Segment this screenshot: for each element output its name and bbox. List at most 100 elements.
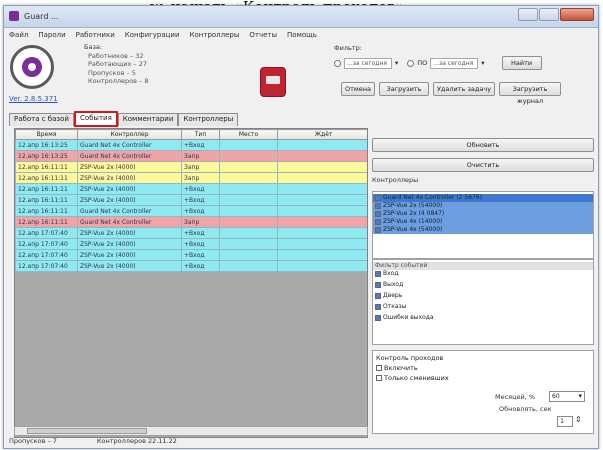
checkbox[interactable]: [375, 210, 381, 217]
checkbox[interactable]: [376, 375, 382, 381]
table-row[interactable]: 12.апр 16:11:11 ZSP-Vue 2x (4000) +Вход: [15, 194, 367, 206]
horizontal-scrollbar[interactable]: [14, 426, 368, 436]
events-grid[interactable]: Время Контроллер Тип Место Ждёт 12.апр 1…: [14, 128, 368, 438]
filter-to-input[interactable]: ...за сегодня: [430, 57, 479, 69]
list-item[interactable]: Вход: [373, 270, 593, 281]
checkbox[interactable]: [375, 194, 381, 201]
tab-events[interactable]: События: [73, 111, 118, 127]
list-item[interactable]: Ошибки выхода: [373, 314, 593, 325]
list-item[interactable]: ZSP-Vue 4x (54000): [373, 226, 593, 234]
cancel-button[interactable]: Отмена: [341, 82, 375, 96]
menu-bar: Файл Пароли Работники Конфигурации Контр…: [4, 28, 598, 41]
checkbox[interactable]: [375, 226, 381, 233]
enable-option[interactable]: Включить: [376, 363, 590, 373]
tab-database[interactable]: Работа с базой: [9, 113, 74, 126]
table-row[interactable]: 12.апр 16:11:11 Guard Net 4x Controller За…: [15, 216, 367, 228]
scroll-thumb[interactable]: [27, 428, 147, 434]
event-name: Выход: [383, 281, 404, 288]
column-header-controller[interactable]: Контроллер: [77, 129, 182, 140]
menu-item-controllers[interactable]: Контроллеры: [190, 31, 240, 39]
checkbox[interactable]: [375, 314, 381, 321]
list-item[interactable]: Отказы: [373, 303, 593, 314]
list-item[interactable]: Дверь: [373, 292, 593, 303]
checkbox[interactable]: [375, 202, 381, 209]
table-cell: [277, 216, 367, 228]
find-button[interactable]: Найти: [501, 56, 542, 70]
filter-radio[interactable]: [334, 59, 341, 67]
list-item[interactable]: ZSP-Vue 4x (14000): [373, 218, 593, 226]
table-row[interactable]: 12.апр 16:11:11 ZSP-Vue 2x (4000) Запр: [15, 161, 367, 173]
checkbox[interactable]: [375, 218, 381, 225]
maximize-button[interactable]: [539, 8, 559, 21]
list-item[interactable]: Выход: [373, 281, 593, 292]
column-header-wait[interactable]: Ждёт: [277, 129, 367, 140]
table-cell: [277, 227, 367, 239]
column-header-type[interactable]: Тип: [181, 129, 220, 140]
table-cell: [277, 205, 367, 217]
action-buttons: Отмена Загрузить Удалить задачу Загрузит…: [341, 82, 561, 105]
table-cell: ZSP-Vue 2x (4000): [77, 161, 182, 173]
list-item[interactable]: Guard Net 4x Controller (2 5676): [373, 194, 593, 202]
checkbox[interactable]: [375, 303, 381, 310]
table-cell: [219, 205, 278, 217]
menu-item-employees[interactable]: Работники: [76, 31, 115, 39]
table-row[interactable]: 12.апр 17:07:40 ZSP-Vue 2x (4000) +Вход: [15, 260, 367, 272]
interval-select[interactable]: 60: [549, 391, 585, 402]
table-row[interactable]: 12.апр 17:07:40 ZSP-Vue 2x (4000) +Вход: [15, 238, 367, 250]
menu-item-file[interactable]: Файл: [9, 31, 28, 39]
list-item[interactable]: ZSP-Vue 2x (4 0847): [373, 210, 593, 218]
option-label: Включить: [384, 364, 418, 372]
checkbox[interactable]: [375, 281, 381, 288]
column-header-place[interactable]: Место: [219, 129, 278, 140]
table-row[interactable]: 12.апр 16:11:11 ZSP-Vue 2x (4000) +Вход: [15, 183, 367, 195]
table-row[interactable]: 12.апр 17:07:40 ZSP-Vue 2x (4000) +Вход: [15, 227, 367, 239]
menu-item-passwords[interactable]: Пароли: [38, 31, 65, 39]
refresh-button[interactable]: Обновить: [372, 138, 594, 152]
version-link[interactable]: Ver. 2.8.5.371: [9, 95, 58, 103]
table-cell: +Вход: [181, 260, 220, 272]
chevron-down-icon[interactable]: ▾: [481, 59, 484, 67]
load-log-button[interactable]: Загрузить журнал: [499, 82, 561, 105]
table-cell: [219, 139, 278, 151]
delete-task-button[interactable]: Удалить задачу: [433, 82, 495, 96]
menu-item-help[interactable]: Помощь: [287, 31, 317, 39]
load-button[interactable]: Загрузить: [379, 82, 429, 96]
menu-item-reports[interactable]: Отчеты: [249, 31, 277, 39]
tab-comments[interactable]: Комментарии: [117, 113, 179, 126]
status-controllers: Контроллеров 22.11.22: [96, 437, 177, 445]
filter-row: ...за сегодня ▾ ПО ...за сегодня ▾ Найти: [334, 56, 542, 70]
table-row[interactable]: 12.апр 16:11:11 Guard Net 4x Controller +В…: [15, 205, 367, 217]
checkbox[interactable]: [376, 365, 382, 371]
spinner-icon[interactable]: ⇕: [575, 415, 582, 424]
controllers-label: Контроллеры: [372, 176, 419, 184]
table-row[interactable]: 12.апр 16:13:25 Guard Net 4x Controller За…: [15, 150, 367, 162]
controllers-list[interactable]: Guard Net 4x Controller (2 5676) ZSP-Vue…: [372, 191, 594, 259]
checkbox[interactable]: [375, 270, 381, 277]
checkbox[interactable]: [375, 292, 381, 299]
column-header-time[interactable]: Время: [15, 129, 78, 140]
minimize-button[interactable]: [518, 8, 538, 21]
table-row[interactable]: 12.апр 17:07:40 ZSP-Vue 2x (4000) +Вход: [15, 249, 367, 261]
refresh-every-stepper[interactable]: 1: [557, 416, 573, 427]
filter-to-label: ПО: [417, 59, 428, 67]
filter-from-input[interactable]: ...за сегодня: [344, 57, 392, 69]
table-cell: 12.апр 17:07:40: [15, 227, 78, 239]
menu-item-configs[interactable]: Конфигурации: [125, 31, 180, 39]
table-cell: +Вход: [181, 238, 220, 250]
list-item[interactable]: ZSP-Vue 2x (54000): [373, 202, 593, 210]
status-bar: Пропусков – 7 Контроллеров 22.11.22: [9, 437, 177, 445]
table-cell: [277, 260, 367, 272]
radio-to[interactable]: [407, 59, 415, 67]
clear-button[interactable]: Очистить: [372, 158, 594, 172]
chevron-down-icon[interactable]: ▾: [395, 59, 398, 67]
table-cell: Guard Net 4x Controller: [77, 216, 182, 228]
stats-line: Работников – 32: [88, 51, 144, 60]
app-window: Guard ... Файл Пароли Работники Конфигур…: [3, 5, 599, 449]
close-button[interactable]: [560, 8, 594, 21]
changed-only-option[interactable]: Только сменивших: [376, 373, 590, 383]
table-cell: Guard Net 4x Controller: [77, 139, 182, 151]
table-cell: [277, 150, 367, 162]
table-row[interactable]: 12.апр 16:11:11 ZSP-Vue 2x (4000) Запр: [15, 172, 367, 184]
tab-controllers[interactable]: Контроллеры: [178, 113, 239, 126]
table-row[interactable]: 12.апр 16:13:25 Guard Net 4x Controller +В…: [15, 139, 367, 151]
